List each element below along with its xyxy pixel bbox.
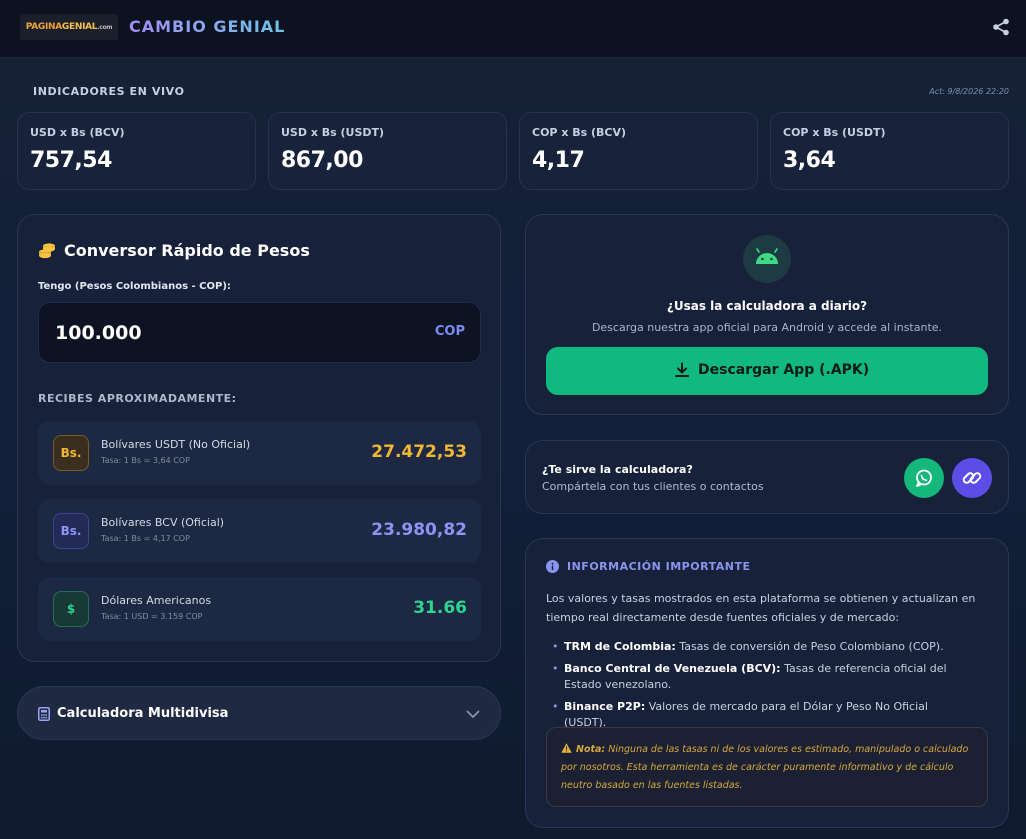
indicator-value: 757,54 [30, 148, 112, 173]
download-app-label: Descargar App (.APK) [698, 362, 870, 378]
currency-label: COP [434, 324, 465, 339]
info-title: INFORMACIÓN IMPORTANTE [567, 560, 751, 573]
result-name: Dólares Americanos [101, 594, 212, 607]
android-icon-circle [743, 235, 791, 283]
indicator-card-cop-usdt: COP x Bs (USDT) 3,64 [770, 112, 1009, 190]
indicators-label: INDICADORES EN VIVO [33, 85, 185, 98]
logo-text-c: .com [97, 24, 113, 31]
app-download-panel: ¿Usas la calculadora a diario? Descarga … [525, 214, 1009, 415]
bullet-term: TRM de Colombia: [564, 640, 676, 653]
whatsapp-share-button[interactable] [904, 458, 944, 498]
logo-text-a: PAGINA [25, 22, 62, 32]
indicator-card-usd-usdt: USD x Bs (USDT) 867,00 [268, 112, 507, 190]
amount-input[interactable]: 100.000 COP [38, 302, 481, 363]
multicurrency-toggle[interactable]: Calculadora Multidivisa [17, 686, 501, 740]
indicator-value: 4,17 [532, 148, 585, 173]
indicator-label: USD x Bs (BCV) [30, 126, 125, 139]
receive-label: RECIBES APROXIMADAMENTE: [38, 392, 237, 405]
logo[interactable]: PAGINAGENIAL.com [20, 14, 118, 40]
last-updated: Act: 9/8/2026 22:20 [929, 87, 1009, 96]
result-rate: Tasa: 1 Bs = 3,64 COP [101, 456, 190, 465]
app-title: CAMBIO GENIAL [129, 17, 286, 36]
bullet-dot: • [552, 700, 559, 713]
share-question: ¿Te sirve la calculadora? [542, 463, 693, 476]
multicurrency-label: Calculadora Multidivisa [57, 706, 229, 721]
converter-title: Conversor Rápido de Pesos [64, 241, 310, 260]
result-rate: Tasa: 1 USD = 3.159 COP [101, 612, 203, 621]
info-icon [546, 560, 559, 573]
whatsapp-icon [916, 469, 932, 487]
download-icon [675, 362, 689, 377]
calculator-icon [38, 707, 50, 721]
info-paragraph: Los valores y tasas mostrados en esta pl… [546, 592, 976, 624]
chevron-down-icon [466, 710, 480, 718]
result-rate: Tasa: 1 Bs = 4,17 COP [101, 534, 190, 543]
bullet-term: Binance P2P: [564, 700, 646, 713]
download-app-button[interactable]: Descargar App (.APK) [546, 347, 988, 395]
coins-icon [39, 243, 55, 259]
result-bcv: Bs. Bolívares BCV (Oficial) Tasa: 1 Bs =… [38, 499, 481, 563]
bs-badge: Bs. [53, 513, 89, 549]
copy-link-button[interactable] [952, 458, 992, 498]
result-amount: 31.66 [413, 598, 467, 618]
android-icon [756, 248, 778, 264]
disclaimer-note: Nota: Ninguna de las tasas ni de los val… [546, 727, 988, 807]
indicator-label: COP x Bs (BCV) [532, 126, 627, 139]
note-term: Nota: [576, 744, 606, 755]
bullet-text: Tasas de conversión de Peso Colombiano (… [675, 640, 944, 653]
converter-panel: Conversor Rápido de Pesos Tengo (Pesos C… [17, 214, 501, 662]
result-name: Bolívares USDT (No Oficial) [101, 438, 251, 451]
amount-label: Tengo (Pesos Colombianos - COP): [38, 281, 231, 292]
indicator-label: COP x Bs (USDT) [783, 126, 886, 139]
indicator-card-cop-bcv: COP x Bs (BCV) 4,17 [519, 112, 758, 190]
logo-text-b: GENIAL [61, 22, 98, 32]
bs-badge: Bs. [53, 435, 89, 471]
bullet-dot: • [552, 640, 559, 653]
indicator-card-usd-bcv: USD x Bs (BCV) 757,54 [17, 112, 256, 190]
warning-icon [561, 743, 572, 753]
app-question: ¿Usas la calculadora a diario? [666, 299, 868, 313]
link-icon [962, 472, 982, 484]
dollar-badge: $ [53, 591, 89, 627]
result-name: Bolívares BCV (Oficial) [101, 516, 225, 529]
amount-value: 100.000 [55, 322, 142, 344]
indicator-value: 3,64 [783, 148, 836, 173]
app-subtitle: Descarga nuestra app oficial para Androi… [591, 321, 943, 334]
result-amount: 23.980,82 [371, 520, 467, 540]
top-bar: PAGINAGENIAL.com CAMBIO GENIAL [0, 0, 1026, 58]
share-icon[interactable] [992, 18, 1010, 36]
result-usdt: Bs. Bolívares USDT (No Oficial) Tasa: 1 … [38, 421, 481, 485]
info-panel: INFORMACIÓN IMPORTANTE Los valores y tas… [525, 538, 1009, 828]
result-usd: $ Dólares Americanos Tasa: 1 USD = 3.159… [38, 577, 481, 641]
share-panel: ¿Te sirve la calculadora? Compártela con… [525, 440, 1009, 514]
bullet-dot: • [552, 662, 559, 675]
result-amount: 27.472,53 [371, 442, 467, 462]
share-subtitle: Compártela con tus clientes o contactos [542, 480, 764, 493]
indicator-label: USD x Bs (USDT) [281, 126, 385, 139]
indicator-value: 867,00 [281, 148, 363, 173]
bullet-term: Banco Central de Venezuela (BCV): [564, 662, 781, 675]
note-text: Ninguna de las tasas ni de los valores e… [561, 744, 969, 791]
